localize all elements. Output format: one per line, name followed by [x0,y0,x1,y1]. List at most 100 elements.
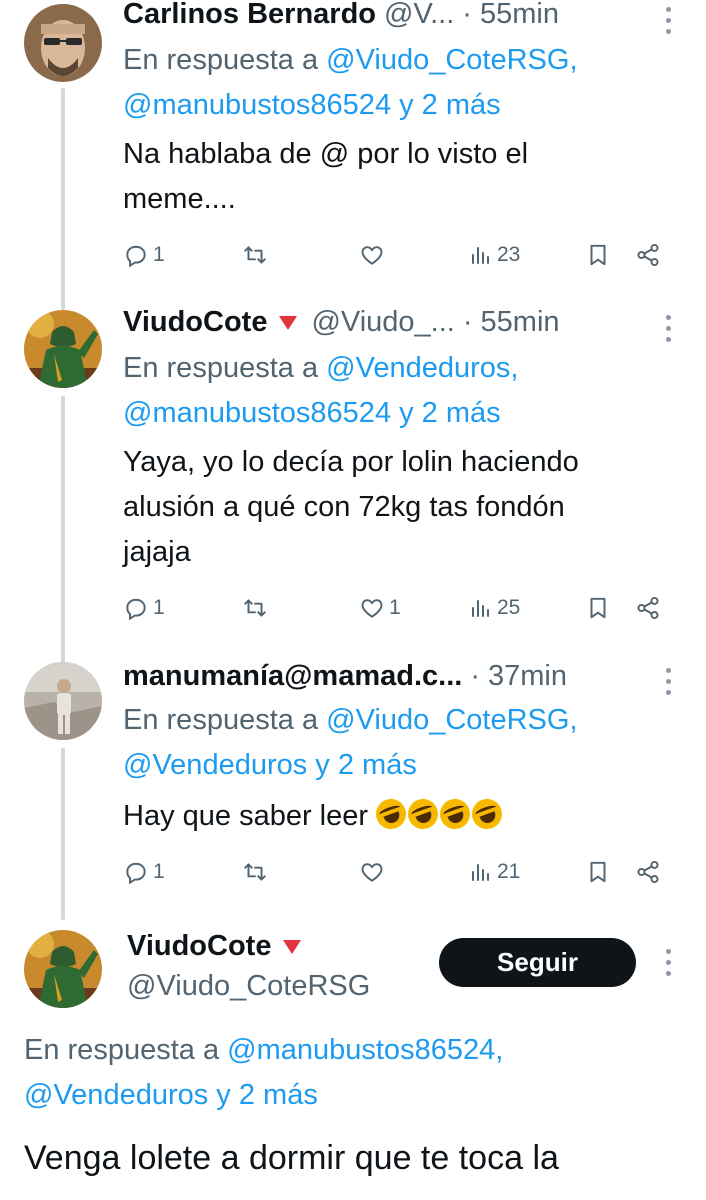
avatar[interactable] [24,4,102,82]
emoji-group [371,794,507,834]
share-icon [637,243,659,267]
reply-count: 1 [153,596,165,619]
views-button[interactable]: 23 [469,239,520,271]
rofl-emoji-icon [371,794,411,834]
reply-mentions[interactable]: @manubustos86524 y 2 más [123,391,686,436]
follow-button[interactable]: Seguir [439,938,636,987]
author-name[interactable]: Carlinos Bernardo [123,0,376,31]
more-icon[interactable] [666,7,672,34]
bookmark-icon [590,244,606,266]
views-icon [472,600,489,617]
bookmark-button[interactable] [585,239,611,271]
reply-context: En respuesta a @Vendeduros, @manubustos8… [123,346,686,436]
thread-line [61,88,65,310]
views-button[interactable]: 21 [469,856,520,888]
bookmark-button[interactable] [585,592,611,624]
separator-dot: · [462,0,472,30]
reply-prefix: En respuesta a [24,1034,220,1066]
rofl-emoji-icon [467,794,507,834]
reply-mentions[interactable]: @Viudo_CoteRSG, [326,704,577,736]
bookmark-icon [590,861,606,883]
like-button[interactable] [359,856,389,888]
tweet-text-line: Yaya, yo lo decía por lolin haciendo [123,446,579,478]
more-icon[interactable] [666,668,672,695]
timestamp[interactable]: 55min [480,0,559,31]
reply-mentions[interactable]: @manubustos86524 y 2 más [123,83,686,128]
verified-triangle-icon [283,940,302,954]
views-icon [472,864,489,881]
retweet-icon [244,863,266,881]
main-tweet-text: Venga lolete a dormir que te toca la [24,1139,559,1177]
tweet-text: Hay que saber leer [123,794,678,839]
like-button[interactable]: 1 [359,592,401,624]
reply-count: 1 [153,860,165,883]
thread-line [61,396,65,664]
bookmark-icon [590,597,606,619]
separator-dot: · [470,659,481,692]
like-icon [361,246,383,265]
reply-mentions[interactable]: @Vendeduros y 2 más [24,1073,686,1118]
tweet-header: manumanía@mamad.c... · 37min [123,658,676,694]
retweet-button[interactable] [241,856,269,888]
retweet-icon [244,599,266,617]
tweet-text-line: alusión a qué con 72kg tas fondón [123,491,565,523]
reply-mentions[interactable]: @Viudo_CoteRSG, [326,44,577,76]
more-icon[interactable] [666,949,672,976]
timestamp[interactable]: 55min [481,306,560,339]
avatar[interactable] [24,310,102,388]
thread-line [61,748,65,920]
reply-icon [126,598,146,621]
reply-icon [126,862,146,885]
retweet-icon [244,246,266,264]
reply-button[interactable]: 1 [123,592,165,624]
reply-count: 1 [153,243,165,266]
author-handle[interactable]: @Viudo_CoteRSG [127,970,370,1003]
like-button[interactable] [359,239,389,271]
verified-triangle-icon [279,316,298,330]
reply-prefix: En respuesta a [123,352,319,384]
retweet-button[interactable] [241,592,269,624]
author-handle[interactable]: @V... [384,0,454,31]
reply-mentions[interactable]: @Vendeduros, [326,352,518,384]
reply-button[interactable]: 1 [123,856,165,888]
reply-context: En respuesta a @Viudo_CoteRSG, @Vendedur… [123,698,686,788]
reply-button[interactable]: 1 [123,239,165,271]
reply-mentions[interactable]: @manubustos86524, [227,1034,503,1066]
share-button[interactable] [635,592,661,624]
tweet-text-line: Na hablaba de @ por lo visto el [123,138,529,170]
retweet-button[interactable] [241,239,269,271]
views-count: 23 [497,243,521,266]
like-icon [361,863,383,882]
share-icon [637,596,659,620]
views-button[interactable]: 25 [469,592,520,624]
like-count: 1 [389,596,401,619]
more-icon[interactable] [666,315,672,342]
tweet-actions: 1 23 [123,239,672,271]
share-button[interactable] [635,239,661,271]
author-name[interactable]: ViudoCote [127,930,271,963]
timestamp[interactable]: 37min [488,660,567,693]
like-icon [361,599,383,618]
tweet-text: Na hablaba de @ por lo visto el meme.... [123,132,678,222]
views-count: 21 [497,860,521,883]
tweet-text-line: meme.... [123,183,236,215]
avatar[interactable] [24,662,102,740]
share-button[interactable] [635,856,661,888]
separator-dot: · [462,305,473,338]
tweet-text-line: Hay que saber leer [123,800,369,832]
author-name[interactable]: ViudoCote [123,306,267,339]
bookmark-button[interactable] [585,856,611,888]
reply-mentions[interactable]: @Vendeduros y 2 más [123,743,686,788]
reply-context: En respuesta a @Viudo_CoteRSG, @manubust… [123,38,686,128]
views-icon [472,247,489,264]
tweet-actions: 1 21 [123,856,672,888]
reply-context: En respuesta a @manubustos86524, @Vended… [24,1028,686,1118]
tweet-text-line: jajaja [123,536,191,568]
share-icon [637,860,659,884]
tweet-header: ViudoCote @Viudo_... · 55min [123,304,676,340]
reply-prefix: En respuesta a [123,44,319,76]
avatar[interactable] [24,930,102,1008]
author-handle[interactable]: @Viudo_... [311,306,454,339]
author-name[interactable]: manumanía@mamad.c... [123,660,462,693]
tweet-header: Carlinos Bernardo @V... · 55min [123,0,676,32]
